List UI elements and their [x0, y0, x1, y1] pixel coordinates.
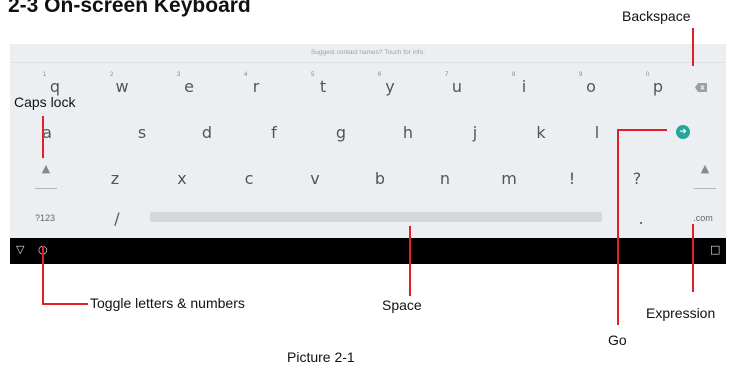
key-j[interactable]: j — [450, 112, 500, 152]
key-x[interactable]: x — [157, 158, 207, 198]
callout-go: Go — [608, 332, 627, 348]
backspace-key[interactable] — [676, 66, 726, 106]
pointer-expression — [692, 224, 694, 292]
key-e[interactable]: 3e — [164, 66, 214, 106]
shift-key-left[interactable]: ▲ — [21, 156, 71, 196]
pointer-space — [409, 226, 411, 296]
key-period[interactable]: . — [616, 198, 666, 238]
key-h[interactable]: h — [383, 112, 433, 152]
key-y[interactable]: 6y — [365, 66, 415, 106]
space-bar[interactable] — [150, 212, 602, 222]
section-title: 2-3 On-screen Keyboard — [8, 0, 251, 17]
key-k[interactable]: k — [516, 112, 566, 152]
key-w[interactable]: 2w — [97, 66, 147, 106]
pointer-toggle-vertical — [42, 246, 44, 304]
pointer-go-horizontal — [617, 129, 667, 131]
key-i[interactable]: 8i — [499, 66, 549, 106]
go-arrow-icon: ➜ — [676, 125, 690, 139]
key-question[interactable]: ? — [612, 158, 662, 198]
key-g[interactable]: g — [316, 112, 366, 152]
key-u[interactable]: 7u — [432, 66, 482, 106]
pointer-toggle-horizontal — [42, 303, 88, 305]
shift-icon: ▲ — [41, 161, 51, 175]
key-b[interactable]: b — [355, 158, 405, 198]
callout-space: Space — [382, 297, 422, 313]
key-slash[interactable]: / — [92, 198, 142, 238]
key-exclamation[interactable]: ! — [547, 158, 597, 198]
key-r[interactable]: 4r — [231, 66, 281, 106]
key-o[interactable]: 9o — [566, 66, 616, 106]
callout-caps-lock: Caps lock — [14, 94, 76, 110]
callout-expression: Expression — [646, 305, 716, 321]
key-l[interactable]: l — [572, 112, 622, 152]
symbols-toggle-key[interactable]: ?123 — [20, 198, 70, 238]
suggestion-hint[interactable]: Suggest contact names? Touch for info. — [10, 44, 726, 63]
key-t[interactable]: 5t — [298, 66, 348, 106]
key-c[interactable]: c — [224, 158, 274, 198]
key-s[interactable]: s — [117, 112, 167, 152]
key-a[interactable]: a — [22, 112, 72, 152]
key-z[interactable]: z — [90, 158, 140, 198]
figure-caption: Picture 2-1 — [287, 349, 355, 365]
key-f[interactable]: f — [249, 112, 299, 152]
pointer-go-vertical — [617, 129, 619, 325]
key-m[interactable]: m — [484, 158, 534, 198]
go-key[interactable]: ➜ — [658, 112, 708, 152]
backspace-icon — [695, 77, 707, 96]
recent-square-icon[interactable]: □ — [710, 243, 720, 256]
shift-key-right[interactable]: ▲ — [680, 156, 730, 196]
back-triangle-icon[interactable]: ▽ — [16, 243, 24, 256]
dotcom-key[interactable]: .com — [678, 198, 728, 238]
shift-icon: ▲ — [700, 161, 710, 175]
key-v[interactable]: v — [290, 158, 340, 198]
callout-toggle: Toggle letters & numbers — [90, 295, 245, 311]
pointer-caps-lock — [42, 116, 44, 158]
key-n[interactable]: n — [420, 158, 470, 198]
key-d[interactable]: d — [182, 112, 232, 152]
callout-backspace: Backspace — [622, 8, 691, 24]
pointer-backspace — [692, 28, 694, 66]
